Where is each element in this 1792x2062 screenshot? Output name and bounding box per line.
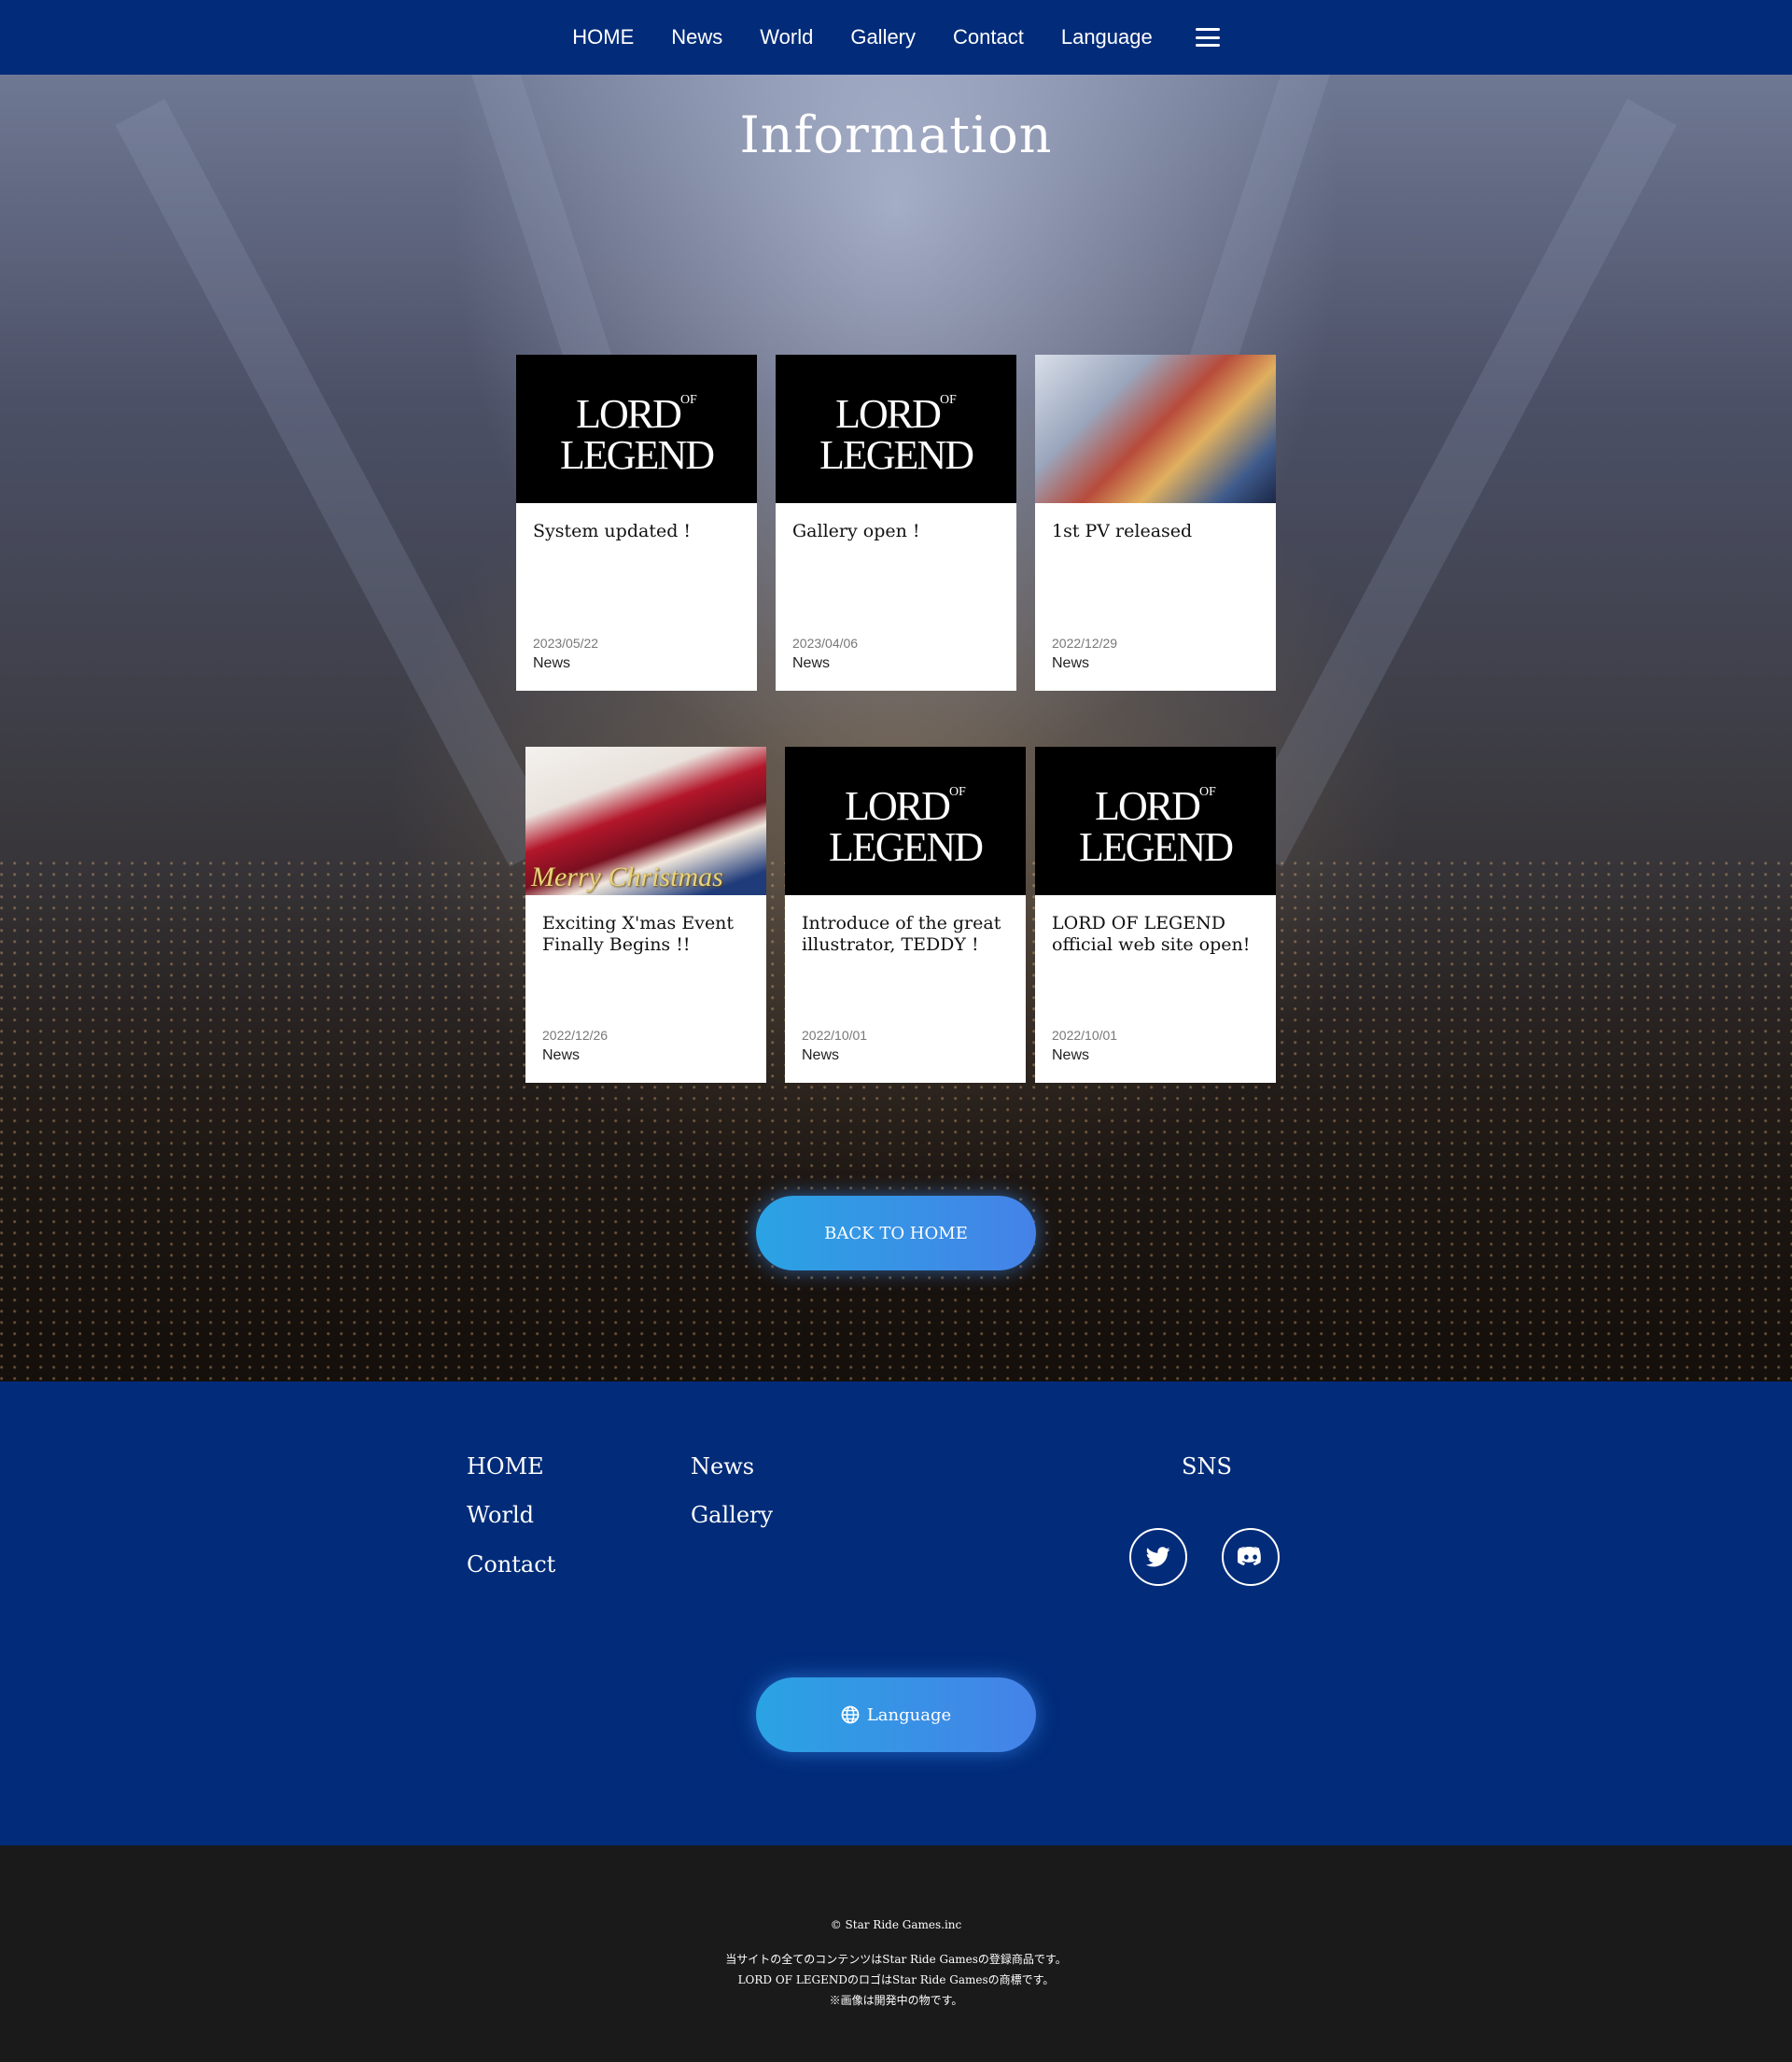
card-thumbnail-logo: LORDOF LEGEND (785, 747, 1026, 895)
card-title: Exciting X'mas Event Finally Begins !! (542, 913, 735, 955)
language-button-label: Language (866, 1704, 952, 1725)
card-category: News (792, 655, 831, 671)
news-card[interactable]: LORDOF LEGEND System updated ! 2023/05/22… (516, 355, 757, 691)
christmas-art-text: Merry Christmas (531, 862, 723, 892)
card-thumbnail-logo: LORDOF LEGEND (776, 355, 1016, 503)
language-button[interactable]: Language (756, 1677, 1036, 1752)
lord-of-legend-logo: LORDOF LEGEND (819, 391, 974, 478)
card-title: LORD OF LEGEND official web site open! (1052, 913, 1251, 955)
lord-of-legend-logo: LORDOF LEGEND (829, 783, 984, 870)
nav-language-link[interactable]: Language (1061, 25, 1153, 49)
card-thumbnail-key-art (1035, 355, 1276, 503)
back-to-home-button[interactable]: BACK TO HOME (756, 1196, 1036, 1270)
card-category: News (802, 1047, 840, 1063)
card-category: News (533, 655, 571, 671)
card-date: 2022/12/26 (542, 1028, 609, 1043)
card-title: Gallery open ! (792, 521, 920, 541)
nav-gallery-link[interactable]: Gallery (850, 25, 916, 49)
card-title: System updated ! (533, 521, 692, 541)
footer-news-link[interactable]: News (691, 1453, 754, 1480)
card-date: 2022/10/01 (802, 1028, 868, 1043)
card-title: Introduce of the great illustrator, TEDD… (802, 913, 1001, 955)
card-category: News (542, 1047, 581, 1063)
footer (0, 1382, 1792, 1845)
card-thumbnail-christmas-art: Merry Christmas (525, 747, 766, 895)
news-card[interactable]: LORDOF LEGEND LORD OF LEGEND official web… (1035, 747, 1276, 1083)
card-thumbnail-logo: LORDOF LEGEND (1035, 747, 1276, 895)
card-category: News (1052, 655, 1090, 671)
lord-of-legend-logo: LORDOF LEGEND (1079, 783, 1234, 870)
copyright-text: © Star Ride Games.inc (830, 1918, 962, 1931)
nav-items: HOME News World Gallery Contact Language (0, 0, 1792, 75)
nav-news-link[interactable]: News (671, 25, 722, 49)
arena-beam (115, 98, 560, 867)
discord-icon (1238, 1547, 1261, 1565)
nav-contact-link[interactable]: Contact (953, 25, 1024, 49)
hero-section (0, 75, 1792, 1382)
nav-home-link[interactable]: HOME (572, 25, 634, 49)
twitter-icon (1146, 1547, 1170, 1567)
card-category: News (1052, 1047, 1090, 1063)
sns-title: SNS (1182, 1453, 1232, 1480)
card-thumbnail-logo: LORDOF LEGEND (516, 355, 757, 503)
footer-gallery-link[interactable]: Gallery (691, 1502, 773, 1528)
news-card[interactable]: LORDOF LEGEND Introduce of the great illu… (785, 747, 1026, 1083)
news-card[interactable]: LORDOF LEGEND Gallery open ! 2023/04/06 N… (776, 355, 1016, 691)
discord-button[interactable] (1222, 1528, 1280, 1586)
page-title: Information (739, 105, 1053, 164)
news-card[interactable]: Merry Christmas Exciting X'mas Event Fin… (525, 747, 766, 1083)
news-card[interactable]: 1st PV released 2022/12/29 News (1035, 355, 1276, 691)
arena-beam (1232, 98, 1677, 867)
card-date: 2022/12/29 (1052, 636, 1118, 651)
card-date: 2023/05/22 (533, 636, 599, 651)
globe-icon (841, 1705, 860, 1724)
top-navigation: HOME News World Gallery Contact Language (0, 0, 1792, 75)
legal-note-2: LORD OF LEGENDのロゴはStar Ride Gamesの商標です。 (737, 1973, 1055, 1986)
legal-note-3: ※画像は開発中の物です。 (829, 1994, 963, 2007)
footer-contact-link[interactable]: Contact (467, 1551, 555, 1578)
card-date: 2023/04/06 (792, 636, 859, 651)
hamburger-menu-icon[interactable] (1195, 28, 1220, 47)
footer-home-link[interactable]: HOME (467, 1453, 544, 1480)
card-title: 1st PV released (1052, 521, 1193, 541)
twitter-button[interactable] (1129, 1528, 1187, 1586)
card-date: 2022/10/01 (1052, 1028, 1118, 1043)
nav-world-link[interactable]: World (760, 25, 813, 49)
legal-note-1: 当サイトの全てのコンテンツはStar Ride Gamesの登録商品です。 (725, 1953, 1067, 1966)
footer-world-link[interactable]: World (467, 1502, 534, 1528)
lord-of-legend-logo: LORDOF LEGEND (560, 391, 715, 478)
